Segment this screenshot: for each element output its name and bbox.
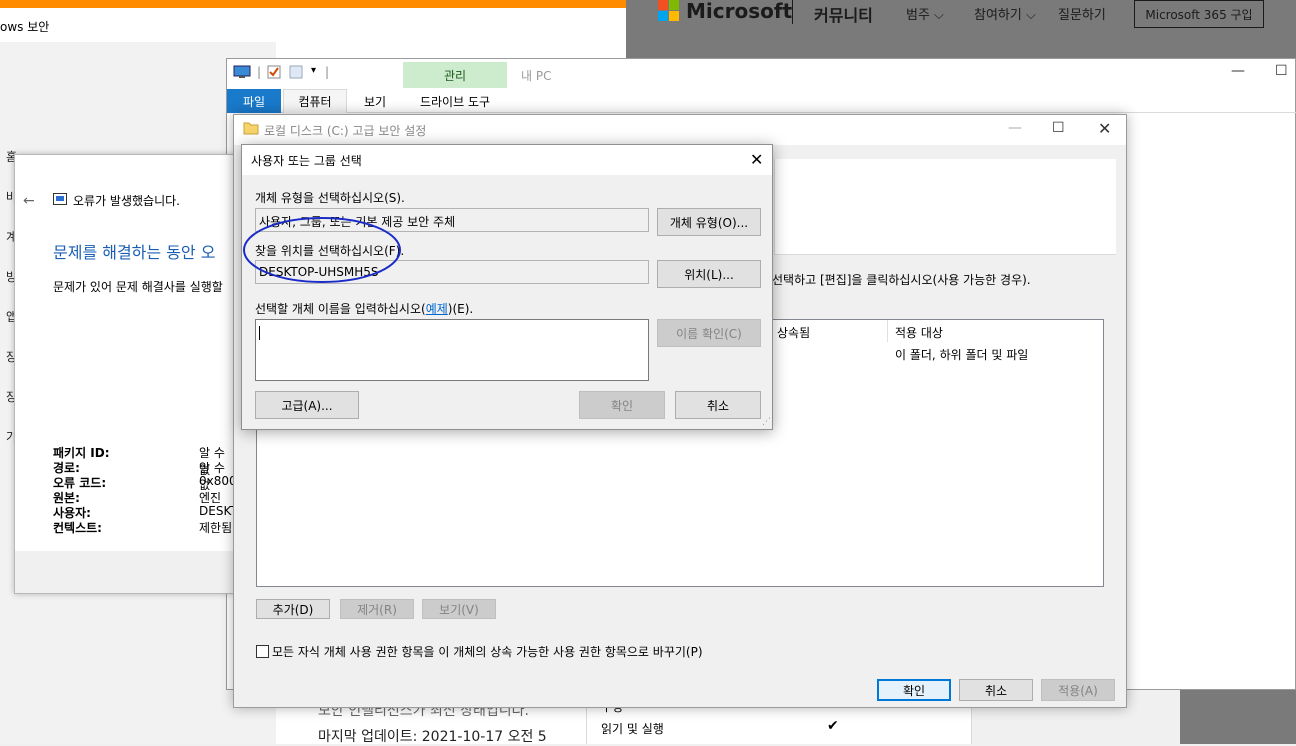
add-button[interactable]: 추가(D) [256, 599, 330, 619]
customize-qat-icon[interactable]: ▾ [311, 65, 316, 76]
menu-ask[interactable]: 질문하기 [1058, 4, 1106, 23]
community-title[interactable]: 커뮤니티 [814, 2, 873, 26]
ribbon-tabs: 파일 컴퓨터 보기 드라이브 도구 [227, 89, 1296, 113]
back-arrow-icon[interactable]: ← [23, 193, 35, 209]
cancel-button[interactable]: 취소 [675, 391, 761, 419]
tab-drive-tools[interactable]: 드라이브 도구 [405, 89, 505, 113]
apply-button[interactable]: 적용(A) [1041, 679, 1115, 701]
ms-community-header: Microsoft 커뮤니티 범주 ⌵ 참여하기 ⌵ 질문하기 Microsof… [626, 0, 1296, 58]
owner-panel [774, 159, 1116, 255]
view-button[interactable]: 보기(V) [422, 599, 496, 619]
computer-icon [233, 65, 251, 82]
select-users-dialog: 사용자 또는 그룹 선택 ✕ 개체 유형을 선택하십시오(S). 사용자, 그룹… [241, 144, 773, 430]
last-update-text: 마지막 업데이트: 2021-10-17 오전 5 [318, 729, 547, 745]
menu-categories[interactable]: 범주 ⌵ [906, 4, 944, 23]
brand-name: Microsoft [686, 0, 793, 23]
detail-value: DESKT [199, 504, 236, 518]
object-types-button[interactable]: 개체 유형(O)... [657, 208, 761, 236]
examples-link[interactable]: 예제 [426, 302, 448, 316]
instruction-text: 선택하고 [편집]을 클릭하십시오(사용 가능한 경우). [772, 273, 1031, 287]
detail-value: 제한됨 [199, 521, 233, 535]
cancel-button[interactable]: 취소 [959, 679, 1033, 701]
replace-permissions-label[interactable]: 모든 자식 개체 사용 권한 항목을 이 개체의 상속 가능한 사용 권한 항목… [272, 643, 703, 660]
accent-bar [0, 0, 626, 8]
properties-icon[interactable] [267, 65, 281, 82]
tab-computer[interactable]: 컴퓨터 [283, 89, 347, 113]
maximize-icon[interactable]: ☐ [1275, 63, 1288, 79]
column-header-applies-to[interactable]: 적용 대상 [895, 324, 943, 341]
window-title: 내 PC [521, 69, 552, 83]
error-footer [15, 551, 235, 593]
error-window: ← 오류가 발생했습니다. 문제를 해결하는 동안 오 문제가 있어 문제 해결… [14, 154, 236, 594]
object-type-label: 개체 유형을 선택하십시오(S). [255, 191, 405, 205]
maximize-icon[interactable]: ☐ [1052, 120, 1065, 136]
tab-view[interactable]: 보기 [347, 89, 403, 113]
menu-participate[interactable]: 참여하기 ⌵ [974, 4, 1036, 23]
title-bar: 로컬 디스크 (C:) 고급 보안 설정 — ☐ ✕ [234, 115, 1126, 145]
annotation-ellipse [243, 217, 401, 283]
tab-file[interactable]: 파일 [227, 89, 281, 113]
column-header-inherited[interactable]: 상속됨 [777, 324, 810, 341]
close-icon[interactable]: ✕ [750, 150, 763, 169]
ok-button[interactable]: 확인 [877, 679, 951, 701]
remove-button[interactable]: 제거(R) [340, 599, 414, 619]
detail-value: 0x8007 [199, 474, 235, 488]
window-title: 오류가 발생했습니다. [73, 194, 180, 208]
error-heading: 문제를 해결하는 동안 오 [53, 243, 216, 262]
minimize-icon[interactable]: — [1231, 63, 1245, 79]
ok-button[interactable]: 확인 [579, 391, 665, 419]
window-title: ows 보안 [0, 20, 50, 34]
replace-permissions-checkbox[interactable] [256, 645, 269, 658]
microsoft-logo-icon [658, 0, 680, 22]
resize-grip-icon[interactable]: ⋰ [762, 417, 771, 427]
error-description: 문제가 있어 문제 해결사를 실행할 [53, 280, 223, 294]
divider [792, 0, 793, 24]
title-bar: 사용자 또는 그룹 선택 ✕ [242, 145, 772, 175]
object-name-input[interactable] [255, 319, 649, 381]
table-cell[interactable]: 이 폴더, 하위 폴더 및 파일 [895, 346, 1028, 363]
app-icon [53, 193, 67, 208]
new-folder-icon[interactable] [289, 65, 303, 82]
close-icon[interactable]: ✕ [1098, 119, 1111, 138]
tab-manage[interactable]: 관리 [403, 62, 507, 88]
minimize-icon[interactable]: — [1008, 120, 1022, 136]
folder-icon [243, 121, 259, 138]
advanced-button[interactable]: 고급(A)... [255, 391, 359, 419]
dialog-title: 로컬 디스크 (C:) 고급 보안 설정 [264, 124, 427, 138]
check-icon: ✔ [827, 718, 839, 734]
object-name-label: 선택할 개체 이름을 입력하십시오(예제)(E). [255, 302, 474, 316]
buy-m365-button[interactable]: Microsoft 365 구입 [1134, 0, 1264, 28]
perm-row-label: 읽기 및 실행 [601, 722, 664, 736]
detail-key: 컨텍스트: [53, 521, 102, 535]
locations-button[interactable]: 위치(L)... [657, 260, 761, 288]
check-names-button[interactable]: 이름 확인(C) [657, 319, 761, 347]
dialog-title: 사용자 또는 그룹 선택 [251, 154, 362, 168]
text-cursor [259, 326, 260, 340]
